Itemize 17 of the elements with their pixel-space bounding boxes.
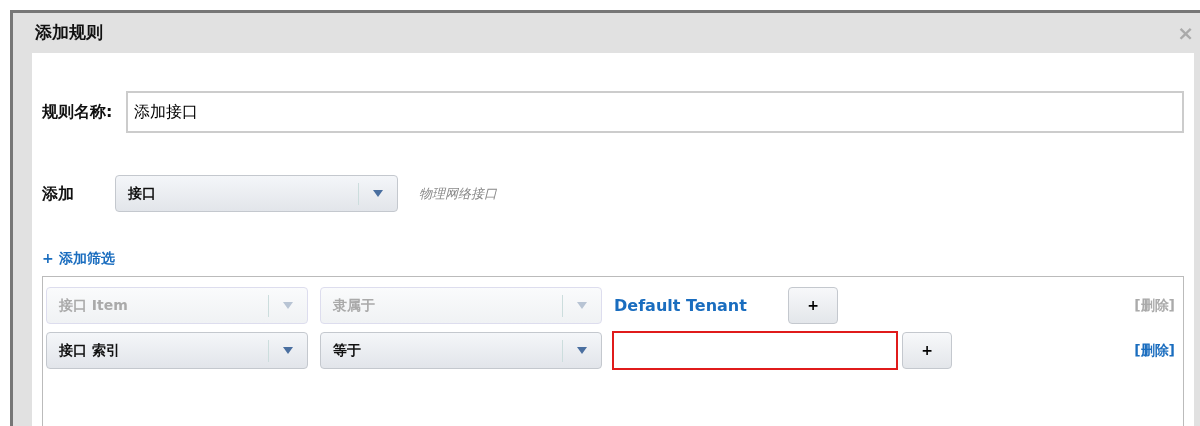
add-button[interactable]: +: [902, 332, 952, 369]
caret-icon: [577, 302, 587, 309]
rule-name-field[interactable]: 添加接口: [126, 91, 1184, 133]
field-label: 规则名称:: [42, 101, 113, 123]
delete-link[interactable]: [删除]: [1134, 340, 1175, 361]
caret-icon: [577, 347, 587, 354]
caret-icon: [283, 302, 293, 309]
dropdown[interactable]: 接口 索引: [46, 332, 308, 369]
caret-icon: [283, 347, 293, 354]
value-field[interactable]: [612, 331, 898, 370]
hint-text: 物理网络接口: [419, 184, 497, 203]
field-label: 添加: [42, 182, 75, 205]
dropdown[interactable]: 等于: [320, 332, 602, 369]
add-filter-link[interactable]: + 添加筛选: [42, 250, 115, 266]
dialog-title: 添加规则: [35, 21, 103, 45]
caret-icon: [373, 190, 383, 197]
dropdown[interactable]: 接口: [115, 175, 398, 212]
